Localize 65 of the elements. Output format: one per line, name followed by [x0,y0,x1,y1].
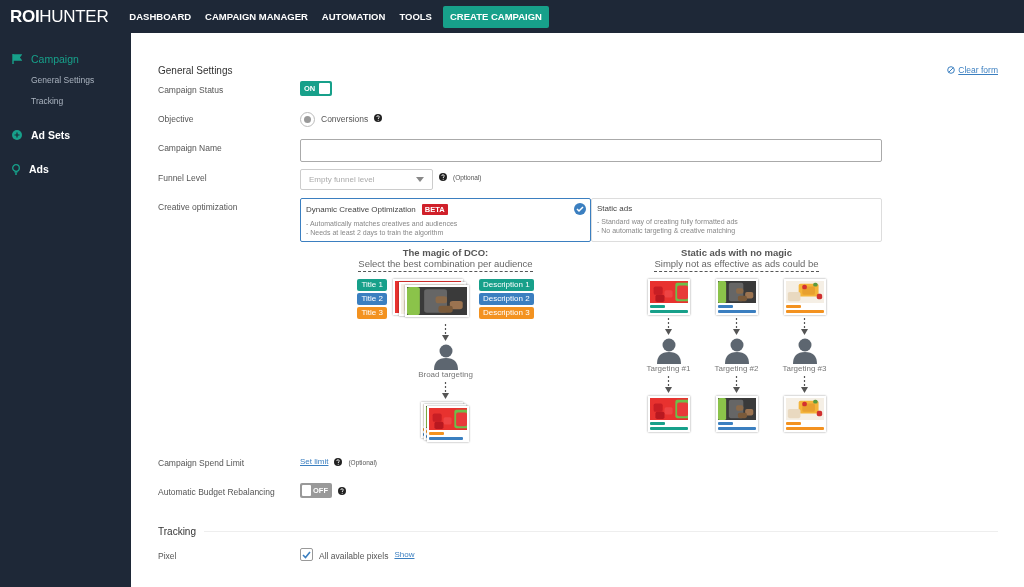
clear-form-link[interactable]: Clear form [947,65,998,75]
field-label: Funnel Level [158,172,208,185]
person-icon [656,338,681,364]
title-tag: Title 1 [357,279,387,291]
dashed-arrow [733,376,740,393]
sidebar-item[interactable]: Ads [0,159,131,179]
field-label: Pixel [158,550,178,563]
targeting-label: Targeting #1 [646,364,691,373]
plus-circle-icon [12,130,22,140]
description-tag: Description 2 [478,293,534,305]
field-label: Campaign Spend Limit [158,457,245,470]
option-label: Conversions [321,113,369,124]
title-tag: Title 3 [357,307,387,319]
flag-icon [12,54,22,64]
input-field[interactable] [300,139,882,162]
check-icon [574,203,586,215]
person-icon [433,344,458,370]
dashed-arrow [665,318,672,335]
checkbox[interactable] [300,548,313,561]
targeting-label: Targeting #3 [782,364,827,373]
description-tag: Description 1 [478,279,534,291]
dashed-arrow [801,318,808,335]
help-icon[interactable] [374,114,383,122]
ban-icon [947,66,956,74]
field-label: Creative optimization [158,201,239,214]
sidebar-subitem[interactable]: Tracking [0,90,131,111]
field-label: Objective [158,113,195,126]
dashed-arrow [442,324,449,341]
nav-tab[interactable]: TOOLS [392,11,439,22]
option-title: Static ads [597,204,633,213]
description-tag: Description 3 [478,307,534,319]
sidebar-subitem[interactable]: General Settings [0,69,131,90]
title-tag: Title 2 [357,293,387,305]
person-icon [792,338,817,364]
diagram-heading: Static ads with no magic [681,247,792,258]
lightbulb-icon [12,163,20,175]
field-label: Campaign Status [158,84,225,97]
diagram-subheading: Select the best combination per audience [358,258,533,269]
diagram-heading: The magic of DCO: [402,247,489,258]
set-limit-link[interactable]: Set limit [300,454,329,466]
nav-tab[interactable]: AUTOMATION [314,11,393,22]
section-title: Tracking [158,526,196,537]
logo[interactable]: ROIHUNTER [10,6,109,27]
nav-tab[interactable]: CAMPAIGN MANAGER [198,11,315,22]
option-title: Dynamic Creative Optimization [306,205,416,214]
dashed-arrow [442,382,449,399]
help-icon[interactable] [338,487,346,495]
targeting-label: Broad targeting [418,370,473,379]
sidebar-item[interactable]: Campaign [0,49,131,69]
sidebar-item[interactable]: Ad Sets [0,125,131,145]
caret-icon [416,177,424,182]
nav-tab[interactable]: DASHBOARD [122,11,199,22]
field-label: Campaign Name [158,142,223,155]
field-label: Automatic Budget Rebalancing [158,486,276,499]
dashed-arrow [733,318,740,335]
dashed-arrow [665,376,672,393]
help-icon[interactable] [439,173,447,181]
person-icon [724,338,749,364]
dashed-arrow [801,376,808,393]
help-icon[interactable] [334,458,343,466]
section-title: General Settings [158,64,233,76]
diagram-subheading: Simply not as effective as ads could be [654,258,819,269]
targeting-label: Targeting #2 [714,364,759,373]
show-link[interactable]: Show [394,547,415,559]
checkbox-label: All available pixels [319,550,389,561]
